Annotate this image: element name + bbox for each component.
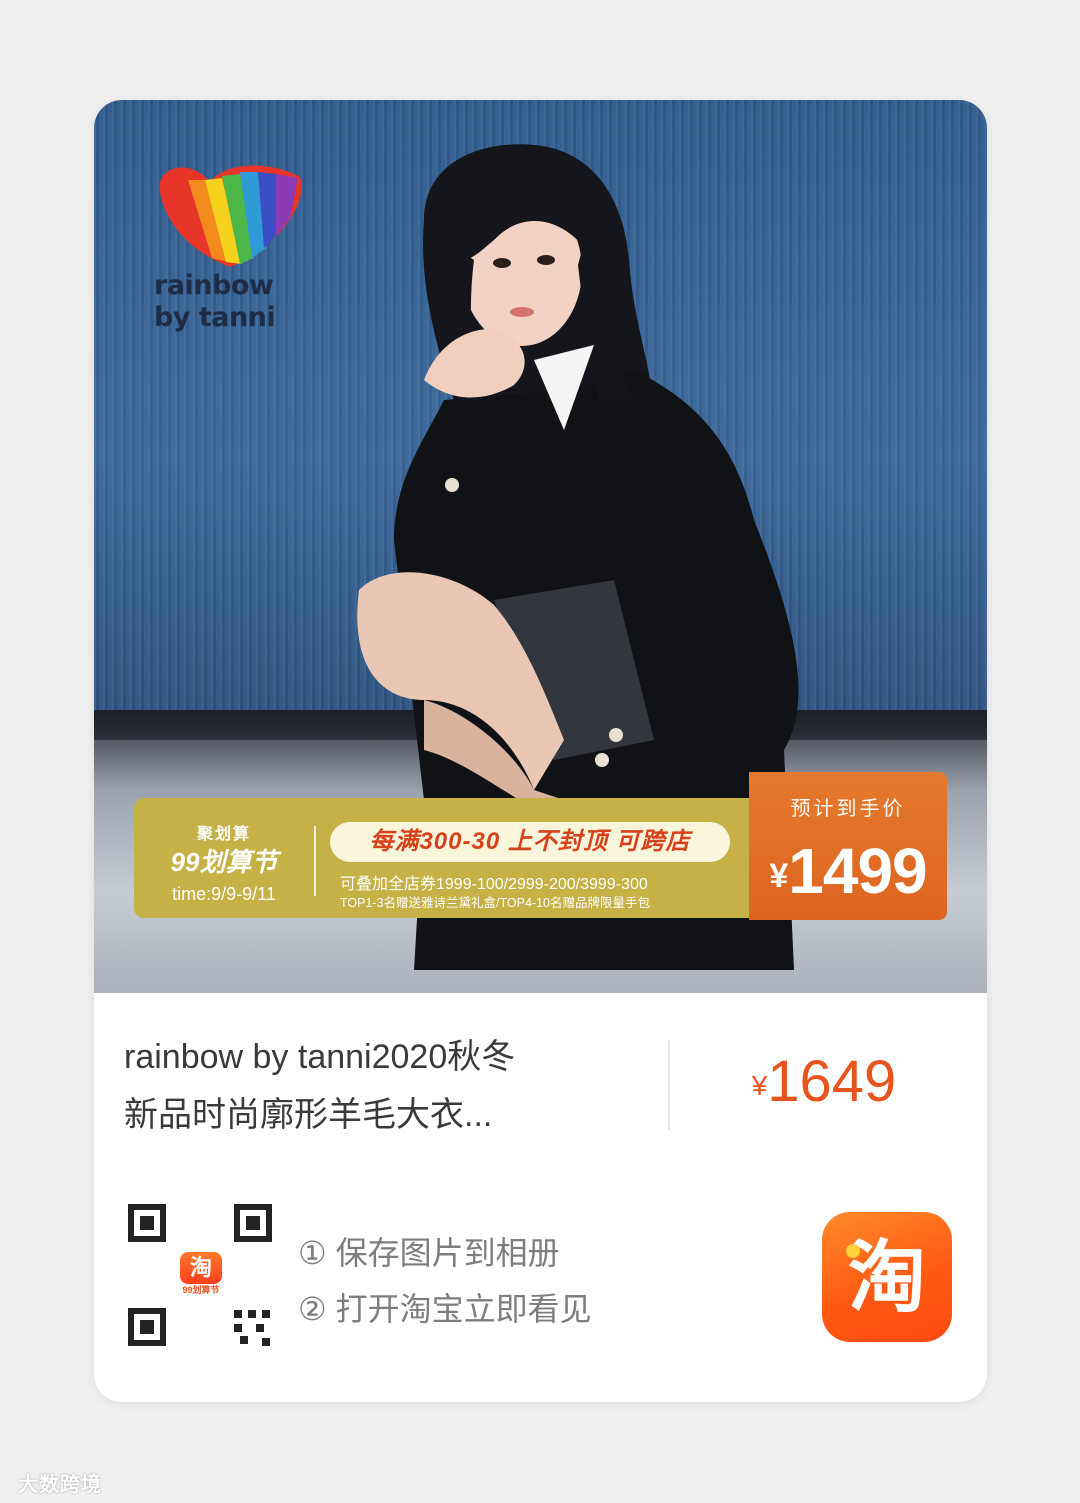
product-title-line1: rainbow by tanni2020秋冬 [124, 1038, 516, 1076]
promo-headline: 每满300-30 上不封顶 可跨店 [330, 822, 730, 862]
promo-top-label: 聚划算 [196, 826, 251, 843]
product-photo: rainbow by tanni 聚划算 99划算节 time:9/9-9/11… [94, 100, 987, 993]
product-price-value: 1649 [767, 1049, 897, 1114]
taobao-app-icon[interactable]: 淘 [822, 1212, 952, 1342]
instruction-step-1: ① 保存图片到相册 [298, 1235, 560, 1271]
brand-name-line2: by tanni [154, 302, 276, 333]
promo-event-block: 聚划算 99划算节 time:9/9-9/11 [134, 798, 324, 918]
brand-name-line1: rainbow [154, 270, 274, 301]
estimated-price-currency: ¥ [769, 857, 789, 895]
promo-festival-name: 99划算节 [170, 847, 278, 877]
instruction-step-2: ② 打开淘宝立即看见 [298, 1291, 592, 1327]
product-title-line2: 新品时尚廓形羊毛大衣... [124, 1096, 493, 1134]
qr-badge-sub: 99划算节 [182, 1285, 220, 1295]
qr-taobao-badge: 淘 99划算节 [176, 1250, 226, 1298]
estimated-price-block: 预计到手价 ¥1499 [749, 772, 947, 920]
app-icon-char: 淘 [847, 1233, 926, 1321]
promo-gift-text: TOP1-3名赠送雅诗兰黛礼盒/TOP4-10名赠品牌限量手包 [340, 896, 650, 910]
promo-divider [314, 826, 316, 896]
product-price-currency: ¥ [751, 1070, 768, 1101]
promo-banner: 聚划算 99划算节 time:9/9-9/11 每满300-30 上不封顶 可跨… [134, 798, 749, 918]
instructions: ① 保存图片到相册 ② 打开淘宝立即看见 [298, 1225, 718, 1337]
watermark: 大数跨境 [18, 1474, 102, 1496]
qr-code[interactable]: 淘 99划算节 [126, 1200, 276, 1350]
estimated-price-value: 1499 [788, 835, 927, 907]
qr-badge-char: 淘 [180, 1252, 222, 1284]
promo-time: time:9/9-9/11 [172, 884, 276, 904]
estimated-price: ¥1499 [749, 834, 947, 908]
estimated-price-label: 预计到手价 [790, 798, 906, 820]
product-price: ¥1649 [694, 1048, 954, 1115]
product-share-card: rainbow by tanni 聚划算 99划算节 time:9/9-9/11… [94, 100, 987, 1402]
app-icon-dot [846, 1244, 860, 1258]
title-price-divider [668, 1040, 670, 1130]
promo-coupon-text: 可叠加全店券1999-100/2999-200/3999-300 [340, 876, 648, 893]
brand-logo: rainbow by tanni [150, 162, 320, 342]
product-title: rainbow by tanni2020秋冬 新品时尚廓形羊毛大衣... [124, 1028, 644, 1144]
rainbow-heart-icon [159, 165, 302, 267]
